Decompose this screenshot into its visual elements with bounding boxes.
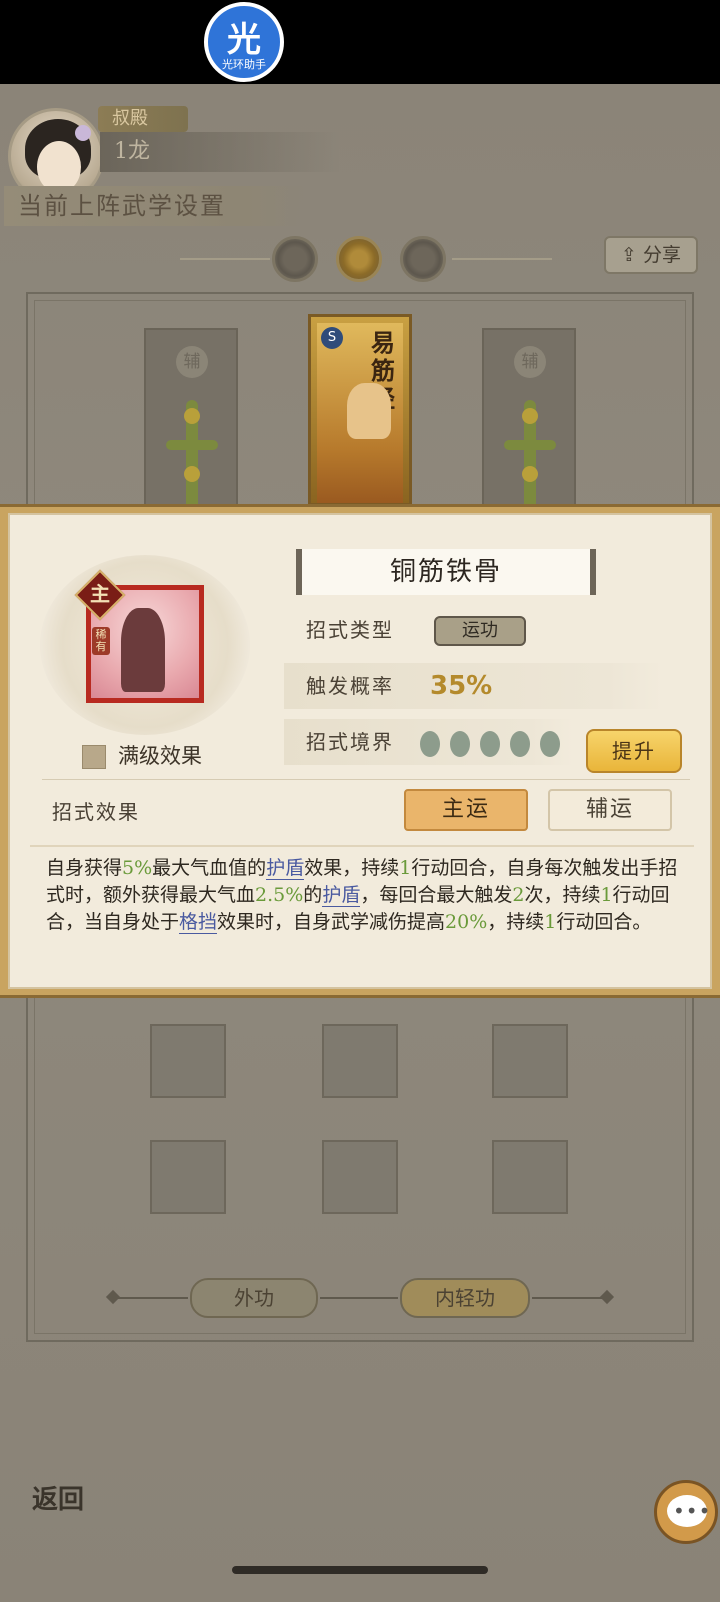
aux-mode-toggle[interactable]: 辅运 (548, 789, 672, 831)
section-title: 当前上阵武学设置 (4, 186, 304, 226)
monk-figure-icon (347, 383, 391, 439)
popup-panel: 主 稀有 满级效果 铜筋铁骨 招式类型 运功 触发概率 35% 招式境界 提升 … (8, 513, 712, 989)
tab-outer-skill[interactable]: 外功 (190, 1278, 318, 1318)
bead-icon (522, 408, 538, 424)
desc-text: ，每回合最大触发 (360, 884, 513, 906)
status-bar (0, 0, 720, 84)
tab-line-right (452, 258, 552, 260)
keyword-shield[interactable]: 护盾 (266, 857, 305, 880)
connector-bar-icon (166, 440, 218, 450)
bead-icon (522, 466, 538, 482)
helper-glyph: 光 (227, 20, 261, 60)
divider-line (320, 1297, 398, 1299)
main-mode-toggle[interactable]: 主运 (404, 789, 528, 831)
realm-gourd-icon (510, 731, 530, 757)
realm-gourd-icon (540, 731, 560, 757)
keyword-block[interactable]: 格挡 (179, 911, 218, 934)
aux-slot-right[interactable]: 辅 (482, 328, 576, 510)
aux-slot-label: 辅 (176, 346, 208, 378)
skill-type-badge: 运功 (434, 616, 526, 646)
divider-line (118, 1297, 188, 1299)
upgrade-button[interactable]: 提升 (586, 729, 682, 773)
divider (42, 779, 690, 780)
share-icon: ⇪ (621, 244, 637, 266)
rank-tag: 叔殿 (98, 106, 188, 132)
empty-skill-slot[interactable] (322, 1024, 398, 1098)
empty-skill-slot[interactable] (322, 1140, 398, 1214)
helper-label: 光环助手 (222, 58, 266, 71)
tab-moon-crescent[interactable] (272, 236, 318, 282)
desc-text: 效果，持续 (304, 857, 400, 879)
avatar-flower (75, 125, 91, 141)
tab-sun-active[interactable] (336, 236, 382, 282)
share-label: 分享 (642, 244, 681, 266)
realm-row: 招式境界 (284, 719, 574, 765)
tab-line-left (180, 258, 270, 260)
main-badge-label: 主 (90, 582, 110, 606)
desc-text: ，持续 (487, 911, 545, 933)
card-art: S 易筋经 (317, 323, 403, 503)
empty-skill-slot[interactable] (492, 1140, 568, 1214)
rarity-tag: 稀有 (92, 627, 110, 655)
effect-description: 自身获得5%最大气血值的护盾效果，持续1行动回合，自身每次触发出手招式时，额外获… (30, 845, 694, 975)
desc-value: 5% (122, 857, 153, 879)
player-header: 叔殿 1龙 (0, 84, 720, 204)
empty-skill-slot[interactable] (150, 1140, 226, 1214)
skill-type-row: 招式类型 运功 (284, 607, 664, 653)
desc-value: 2 (512, 884, 525, 906)
player-name: 1龙 (100, 132, 340, 172)
skill-type-label: 招式类型 (306, 618, 394, 642)
chat-dots-icon: ••• (673, 1499, 712, 1523)
aux-slot-left[interactable]: 辅 (144, 328, 238, 510)
trigger-rate-row: 触发概率 35% (284, 663, 664, 709)
fighter-figure-icon (121, 608, 165, 692)
desc-value: 2.5% (255, 884, 304, 906)
empty-skill-slot[interactable] (492, 1024, 568, 1098)
helper-badge[interactable]: 光 光环助手 (204, 2, 284, 82)
aux-slot-label: 辅 (514, 346, 546, 378)
desc-value: 1 (399, 857, 412, 879)
max-level-label[interactable]: 满级效果 (118, 741, 202, 771)
tab-inner-skill[interactable]: 内轻功 (400, 1278, 530, 1318)
share-button[interactable]: ⇪ 分享 (604, 236, 698, 274)
bead-icon (184, 408, 200, 424)
empty-skill-slot[interactable] (150, 1024, 226, 1098)
effect-label: 招式效果 (52, 800, 140, 824)
realm-gourd-icon (420, 731, 440, 757)
desc-text: 自身获得 (46, 857, 123, 879)
tab-moon-new[interactable] (400, 236, 446, 282)
desc-value: 1 (600, 884, 613, 906)
skill-name: 铜筋铁骨 (296, 549, 596, 595)
desc-text: 最大气血值的 (152, 857, 267, 879)
divider-line (532, 1297, 602, 1299)
desc-text: 次，持续 (524, 884, 601, 906)
desc-text: 效果时，自身武学减伤提高 (217, 911, 446, 933)
desc-text: 的 (303, 884, 323, 906)
grade-badge: S (321, 327, 343, 349)
keyword-shield[interactable]: 护盾 (322, 884, 361, 907)
realm-gourd-icon (450, 731, 470, 757)
max-level-checkbox[interactable] (82, 745, 106, 769)
home-indicator[interactable] (232, 1566, 488, 1574)
trigger-rate-label: 触发概率 (306, 674, 394, 698)
realm-gourd-icon (480, 731, 500, 757)
main-skill-card[interactable]: S 易筋经 (308, 314, 412, 506)
desc-value: 1 (544, 911, 557, 933)
trigger-rate-value: 35% (430, 671, 493, 701)
skill-detail-popup: 主 稀有 满级效果 铜筋铁骨 招式类型 运功 触发概率 35% 招式境界 提升 … (0, 504, 720, 998)
realm-label: 招式境界 (306, 730, 394, 754)
connector-bar-icon (504, 440, 556, 450)
back-button[interactable]: 返回 (18, 1470, 98, 1530)
desc-text: 行动回合。 (556, 911, 652, 933)
desc-value: 20% (445, 911, 488, 933)
chat-button[interactable]: ••• (654, 1480, 718, 1544)
bead-icon (184, 466, 200, 482)
